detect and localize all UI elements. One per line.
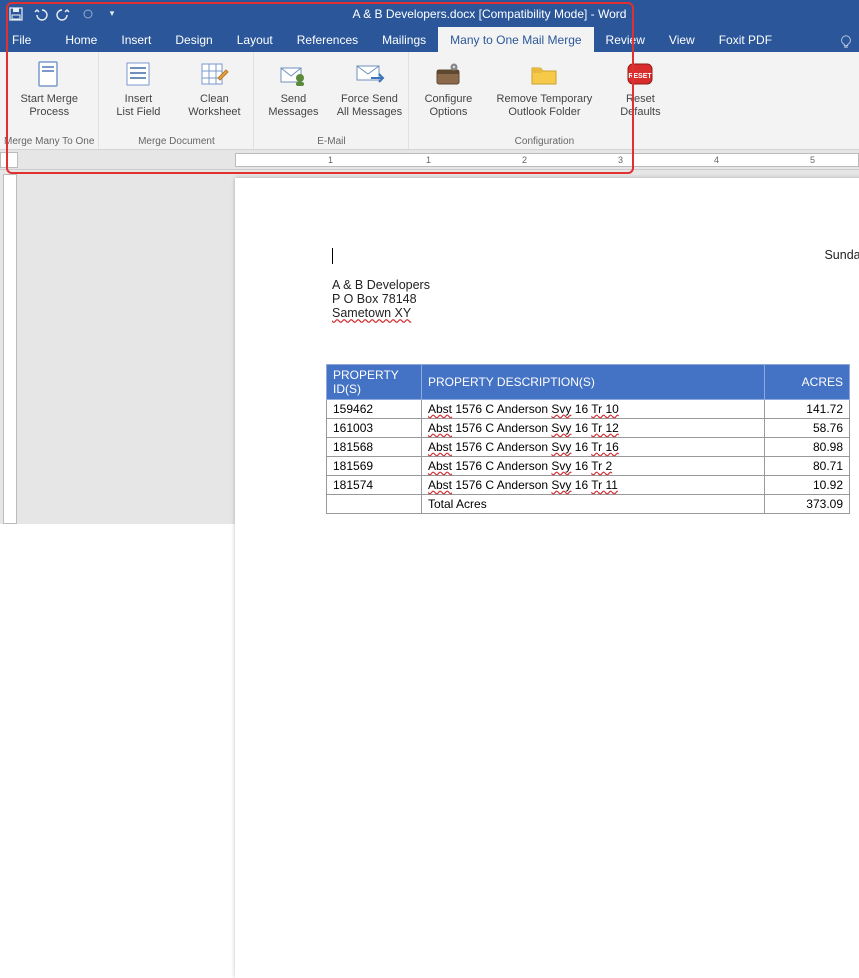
ruler-vertical[interactable] [0, 170, 20, 524]
group-label: Configuration [515, 134, 574, 147]
text-cursor [332, 248, 333, 264]
svg-text:RESET: RESET [629, 73, 653, 80]
send-messages-button[interactable]: SendMessages [258, 56, 328, 119]
table-header-row: PROPERTY ID(S) PROPERTY DESCRIPTION(S) A… [327, 365, 850, 400]
cell-acres: 58.76 [765, 419, 850, 438]
group-email: SendMessages Force SendAll Messages E-Ma… [254, 52, 409, 149]
cell-total-label: Total Acres [422, 495, 765, 514]
reset-defaults-button[interactable]: RESET ResetDefaults [605, 56, 675, 119]
list-icon [122, 58, 154, 90]
cmd-label: ConfigureOptions [425, 93, 473, 119]
group-merge-document: InsertList Field CleanWorksheet Merge Do… [99, 52, 254, 149]
window-title: A & B Developers.docx [Compatibility Mod… [120, 7, 859, 21]
envelope-user-icon [277, 58, 309, 90]
tab-view[interactable]: View [657, 27, 707, 52]
tab-references[interactable]: References [285, 27, 370, 52]
worksheet-pencil-icon [198, 58, 230, 90]
cmd-label: InsertList Field [116, 93, 160, 119]
cmd-label: Force SendAll Messages [337, 93, 402, 119]
tab-layout[interactable]: Layout [225, 27, 285, 52]
tab-foxit-pdf[interactable]: Foxit PDF [707, 27, 784, 52]
start-merge-process-button[interactable]: Start MergeProcess [14, 56, 84, 119]
envelope-arrow-icon [353, 58, 385, 90]
save-icon[interactable] [8, 6, 24, 22]
table-row: 181569Abst 1576 C Anderson Svy 16 Tr 280… [327, 457, 850, 476]
configure-options-button[interactable]: ConfigureOptions [413, 56, 483, 119]
cmd-label: ResetDefaults [620, 93, 660, 119]
redo-icon[interactable] [56, 6, 72, 22]
addr-line: A & B Developers [332, 278, 430, 292]
cell-acres: 80.71 [765, 457, 850, 476]
cell-id: 181569 [327, 457, 422, 476]
address-block: A & B Developers P O Box 78148 Sametown … [332, 278, 430, 320]
remove-temporary-outlook-folder-button[interactable]: Remove TemporaryOutlook Folder [489, 56, 599, 119]
toolbox-gear-icon [432, 58, 464, 90]
quick-access-toolbar: ▾ [0, 6, 120, 22]
titlebar: ▾ A & B Developers.docx [Compatibility M… [0, 0, 859, 27]
addr-line: P O Box 78148 [332, 292, 430, 306]
group-configuration: ConfigureOptions Remove TemporaryOutlook… [409, 52, 679, 149]
cell-id: 161003 [327, 419, 422, 438]
col-desc: PROPERTY DESCRIPTION(S) [422, 365, 765, 400]
tab-home[interactable]: Home [53, 27, 109, 52]
tell-me-icon[interactable] [839, 35, 859, 52]
property-table: PROPERTY ID(S) PROPERTY DESCRIPTION(S) A… [326, 364, 850, 514]
tab-insert[interactable]: Insert [109, 27, 163, 52]
page-icon [33, 58, 65, 90]
group-label: E-Mail [317, 134, 345, 147]
ruler-corner [0, 152, 18, 168]
force-send-all-messages-button[interactable]: Force SendAll Messages [334, 56, 404, 119]
cell-desc: Abst 1576 C Anderson Svy 16 Tr 12 [422, 419, 765, 438]
folder-icon [528, 58, 560, 90]
cmd-label: Start MergeProcess [20, 93, 77, 119]
cell-id [327, 495, 422, 514]
cmd-label: Remove TemporaryOutlook Folder [497, 93, 593, 119]
col-acres: ACRES [765, 365, 850, 400]
cmd-label: SendMessages [268, 93, 318, 119]
spell-error: Sametown XY [332, 306, 411, 320]
tab-mailings[interactable]: Mailings [370, 27, 438, 52]
page[interactable]: Sunday, 9 April 20 A & B Developers P O … [235, 178, 859, 978]
cell-total-value: 373.09 [765, 495, 850, 514]
cell-desc: Abst 1576 C Anderson Svy 16 Tr 10 [422, 400, 765, 419]
table-row: 159462Abst 1576 C Anderson Svy 16 Tr 101… [327, 400, 850, 419]
table-row: 181568Abst 1576 C Anderson Svy 16 Tr 168… [327, 438, 850, 457]
ribbon-tabs: File Home Insert Design Layout Reference… [0, 27, 859, 52]
cell-id: 181568 [327, 438, 422, 457]
cell-acres: 141.72 [765, 400, 850, 419]
clean-worksheet-button[interactable]: CleanWorksheet [179, 56, 249, 119]
table-row: 181574Abst 1576 C Anderson Svy 16 Tr 111… [327, 476, 850, 495]
addr-line: Sametown XY [332, 306, 430, 320]
document-area[interactable]: Sunday, 9 April 20 A & B Developers P O … [0, 170, 859, 524]
col-id: PROPERTY ID(S) [327, 365, 422, 400]
cell-id: 159462 [327, 400, 422, 419]
group-label: Merge Document [138, 134, 215, 147]
cell-desc: Abst 1576 C Anderson Svy 16 Tr 2 [422, 457, 765, 476]
tab-file[interactable]: File [0, 27, 43, 52]
tab-design[interactable]: Design [163, 27, 224, 52]
tab-review[interactable]: Review [594, 27, 657, 52]
cell-id: 181574 [327, 476, 422, 495]
ribbon: Start MergeProcess Merge Many To One Ins… [0, 52, 859, 150]
undo-icon[interactable] [32, 6, 48, 22]
cell-desc: Abst 1576 C Anderson Svy 16 Tr 11 [422, 476, 765, 495]
cell-desc: Abst 1576 C Anderson Svy 16 Tr 16 [422, 438, 765, 457]
insert-list-field-button[interactable]: InsertList Field [103, 56, 173, 119]
reset-icon: RESET [624, 58, 656, 90]
group-merge-many-to-one: Start MergeProcess Merge Many To One [0, 52, 99, 149]
table-row-total: Total Acres373.09 [327, 495, 850, 514]
touch-mode-icon[interactable] [80, 6, 96, 22]
ruler-horizontal[interactable]: 1 1 2 3 4 5 [0, 150, 859, 170]
qat-dropdown-icon[interactable]: ▾ [104, 6, 120, 22]
cmd-label: CleanWorksheet [188, 93, 240, 119]
table-row: 161003Abst 1576 C Anderson Svy 16 Tr 125… [327, 419, 850, 438]
group-label: Merge Many To One [4, 134, 94, 147]
cell-acres: 80.98 [765, 438, 850, 457]
doc-date: Sunday, 9 April 20 [824, 248, 859, 262]
cell-acres: 10.92 [765, 476, 850, 495]
tab-many-to-one-mail-merge[interactable]: Many to One Mail Merge [438, 27, 593, 52]
